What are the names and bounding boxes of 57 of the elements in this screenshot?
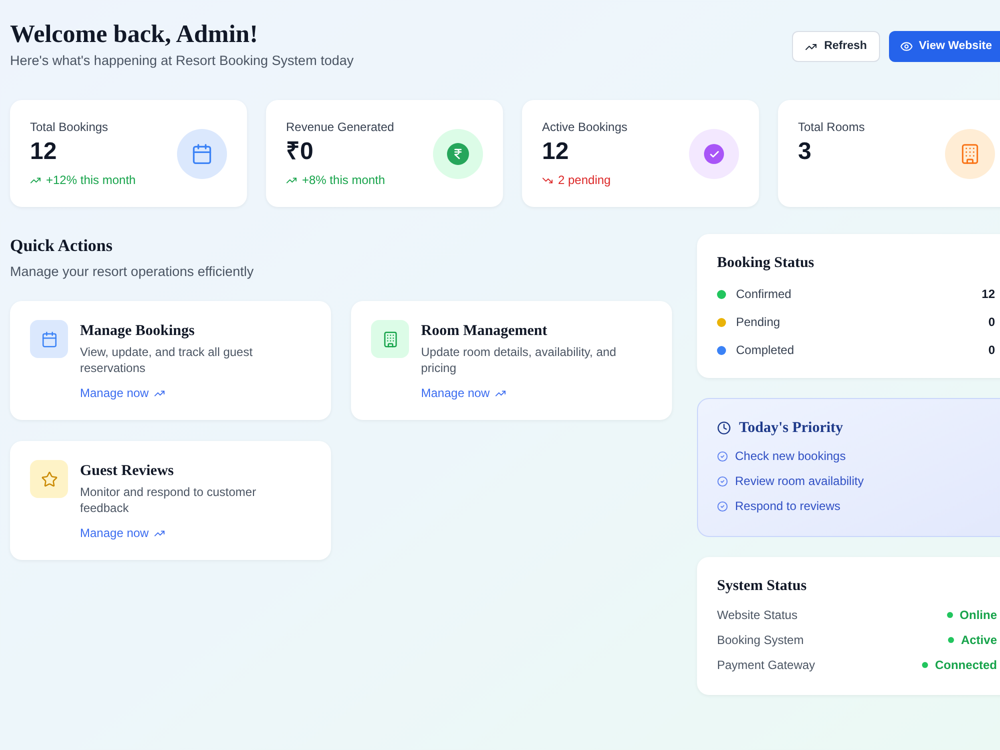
calendar-icon — [177, 129, 227, 179]
check-circle-icon — [717, 476, 728, 486]
stat-label: Revenue Generated — [286, 119, 394, 135]
check-circle-icon — [717, 450, 728, 462]
stat-value: ₹0 — [286, 137, 314, 167]
manage-now-link[interactable]: Manage now — [421, 385, 506, 401]
view-website-button[interactable]: View Website — [888, 31, 1000, 62]
system-label: Booking System — [717, 632, 804, 649]
card-description: Update room details, availability, and pricing — [421, 344, 618, 376]
rupee-icon — [433, 129, 483, 179]
card-title: System Status — [717, 577, 808, 596]
manage-now-link[interactable]: Manage now — [80, 525, 165, 541]
page-title: Welcome back, Admin! — [10, 20, 259, 50]
system-label: Payment Gateway — [717, 657, 816, 674]
change-text: +12% this month — [46, 172, 136, 188]
manage-now-link[interactable]: Manage now — [80, 385, 165, 401]
check-circle-icon — [717, 500, 728, 512]
status-label: Completed — [736, 342, 794, 359]
page-subtitle: Here's what's happening at Resort Booking System today — [10, 52, 354, 70]
stat-label: Active Bookings — [542, 119, 628, 135]
status-count: 12 — [982, 286, 995, 303]
refresh-button[interactable]: Refresh — [792, 31, 880, 62]
section-subtitle: Manage your resort operations efficiently — [10, 263, 255, 281]
card-title: Manage Bookings — [80, 322, 196, 341]
stat-label: Total Rooms — [798, 119, 865, 135]
change-text: +8% this month — [302, 172, 386, 188]
status-count: 0 — [988, 342, 995, 359]
system-value: Active — [960, 632, 997, 649]
priority-item: Review room availability — [735, 473, 864, 490]
system-value: Online — [960, 607, 997, 624]
building-icon — [371, 320, 409, 358]
card-title: Today's Priority — [739, 419, 844, 438]
card-title: Room Management — [421, 322, 548, 341]
system-label: Website Status — [717, 607, 798, 624]
calendar-icon — [30, 320, 68, 358]
clock-icon — [717, 421, 731, 435]
status-label: Pending — [736, 314, 780, 331]
system-value: Connected — [934, 657, 997, 674]
change-text: 2 pending — [558, 172, 611, 188]
action-card[interactable]: Guest Reviews Monitor and respond to customer feedback Manage now — [10, 441, 331, 560]
stat-value: 12 — [542, 137, 570, 167]
building-icon — [945, 129, 995, 179]
priority-item: Respond to reviews — [735, 498, 840, 515]
action-card[interactable]: Manage Bookings View, update, and track all guest reservations Manage now — [10, 301, 331, 420]
card-title: Guest Reviews — [80, 462, 175, 481]
stat-value: 12 — [30, 137, 58, 167]
card-description: View, update, and track all guest reservations — [80, 344, 254, 376]
eye-icon — [900, 40, 913, 53]
card-description: Monitor and respond to customer feedback — [80, 484, 258, 516]
stat-label: Total Bookings — [30, 119, 110, 135]
section-title: Quick Actions — [10, 235, 114, 257]
status-count: 0 — [988, 314, 995, 331]
priority-item: Check new bookings — [735, 448, 846, 465]
status-label: Confirmed — [736, 286, 792, 303]
action-card[interactable]: Room Management Update room details, availability, and pricing Manage now — [351, 301, 672, 420]
stat-value: 3 — [798, 137, 812, 167]
card-title: Booking Status — [717, 254, 816, 273]
